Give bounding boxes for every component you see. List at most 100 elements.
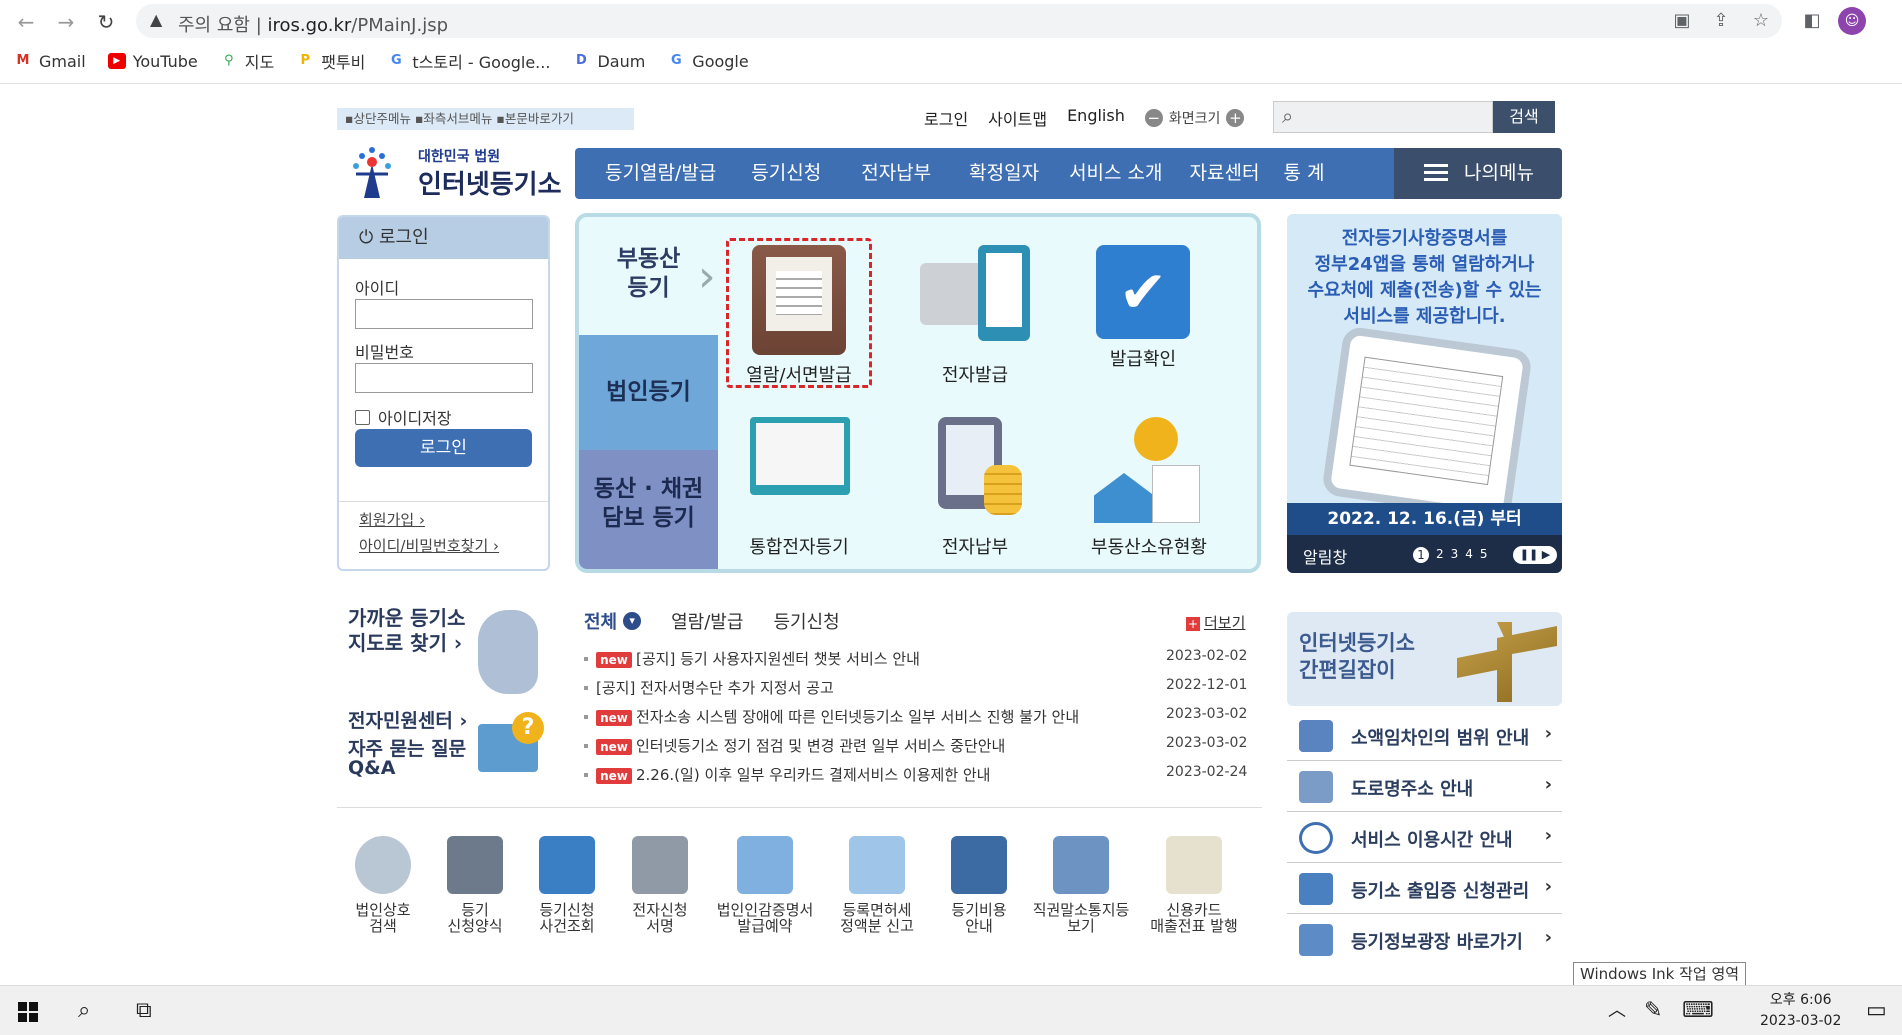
save-id-checkbox[interactable]: 아이디저장 [355, 405, 452, 429]
bookmark-youtube[interactable]: ▶ YouTube [107, 48, 198, 74]
nav-fixed-date[interactable]: 확정일자 [951, 148, 1057, 199]
bookmark-google[interactable]: G Google [667, 48, 749, 74]
tab-movable-bond[interactable]: 동산 · 채권 담보 등기 [579, 450, 718, 569]
link-registry-data-plaza[interactable]: 등기정보광장 바로가기 › [1287, 914, 1562, 965]
list-item[interactable]: new 인터넷등기소 정기 점검 및 변경 관련 일부 서비스 중단안내 2023-… [584, 733, 1247, 762]
notice-tabs: 전체 ▾ 열람/발급 등기신청 [584, 608, 840, 634]
page-2[interactable]: 2 [1436, 547, 1444, 563]
sitemap-link[interactable]: 사이트맵 [988, 106, 1047, 130]
page-4[interactable]: 4 [1465, 547, 1473, 563]
road-sign-icon [1299, 771, 1333, 803]
notification-icon[interactable]: ▭ [1866, 996, 1887, 1026]
service-e-issue[interactable]: 전자발급 [905, 245, 1045, 387]
list-item[interactable]: [공지] 전자서명수단 추가 지정서 공고 2022-12-01 [584, 675, 1247, 704]
quick-seal-reservation[interactable]: 법인인감증명서 발급예약 [710, 836, 820, 934]
chevron-right-icon: › [1544, 723, 1552, 744]
tab-view-issue[interactable]: 열람/발급 [671, 608, 743, 634]
page-1[interactable]: 1 [1413, 547, 1429, 563]
pen-icon[interactable]: ✎ [1644, 996, 1662, 1026]
bookmark-tistory[interactable]: Gt스토리 - Google... [387, 48, 550, 74]
more-link[interactable]: + 더보기 [1186, 612, 1245, 633]
service-integrated-e-registry[interactable]: 통합전자등기 [729, 417, 869, 559]
zoom-in-icon[interactable]: + [1226, 109, 1245, 127]
nav-view-issue[interactable]: 등기열람/발급 [575, 148, 731, 199]
page-3[interactable]: 3 [1451, 547, 1459, 563]
link-access-pass[interactable]: 등기소 출입증 신청관리 › [1287, 863, 1562, 914]
nav-data-center[interactable]: 자료센터 [1178, 148, 1272, 199]
address-bar[interactable]: ▲ 주의 요함 | iros.go.kr/PMainJ.jsp [136, 4, 1782, 38]
system-clock[interactable]: 오후 6:06 2023-03-02 [1760, 990, 1841, 1032]
nav-statistics[interactable]: 통 계 [1271, 148, 1339, 199]
zoom-label: 화면크기 [1168, 111, 1221, 127]
link-road-address[interactable]: 도로명주소 안내 › [1287, 761, 1562, 812]
site-logo[interactable]: 대한민국 법원 인터넷등기소 [342, 138, 562, 202]
keyboard-icon[interactable]: ⌨ [1682, 996, 1714, 1026]
join-link[interactable]: 회원가입 › [359, 509, 425, 530]
my-menu-button[interactable]: 나의메뉴 [1394, 148, 1562, 199]
windows-start-icon[interactable] [18, 1002, 38, 1022]
profile-avatar[interactable]: ☺ [1838, 7, 1866, 35]
task-view-icon[interactable]: ⧉ [136, 996, 152, 1026]
pause-play-icon[interactable]: ❚❚ ▶ [1513, 546, 1557, 564]
quick-cancellation-notice[interactable]: 직권말소통지등 보기 [1026, 836, 1136, 934]
translate-icon[interactable]: ▣ [1669, 8, 1695, 34]
zoom-out-icon[interactable]: − [1144, 109, 1163, 127]
faq-link[interactable]: 자주 묻는 질문 Q&A [348, 740, 466, 778]
google-icon: G [391, 53, 402, 68]
highlight-annotation [726, 238, 872, 388]
share-icon[interactable]: ⇪ [1708, 8, 1734, 34]
star-icon[interactable]: ☆ [1748, 8, 1774, 34]
chevron-right-icon: › [1544, 774, 1552, 795]
promo-pager: 1 2 3 4 5 [1413, 547, 1488, 563]
link-service-hours[interactable]: 서비스 이용시간 안내 › [1287, 812, 1562, 863]
find-account-link[interactable]: 아이디/비밀번호찾기 › [359, 535, 499, 556]
tab-corporate[interactable]: 법인등기 [579, 335, 718, 450]
quick-card-receipt[interactable]: 신용카드 매출전표 발행 [1136, 836, 1252, 934]
question-book-icon [951, 836, 1007, 894]
link-small-tenant[interactable]: 소액임차인의 범위 안내 › [1287, 710, 1562, 761]
promo-banner[interactable]: 전자등기사항증명서를 정부24앱을 통해 열람하거나 수요처에 제출(전송)할 … [1287, 214, 1562, 573]
e-civil-center-link[interactable]: 전자민원센터 › [348, 706, 467, 733]
english-link[interactable]: English [1067, 106, 1125, 130]
nearby-registry-link[interactable]: 가까운 등기소 지도로 찾기 › [348, 606, 465, 656]
password-input[interactable] [355, 363, 533, 393]
bookmark-daum[interactable]: D Daum [572, 48, 645, 74]
service-verify-issue[interactable]: ✔ 발급확인 [1073, 245, 1213, 371]
sidepanel-icon[interactable]: ◧ [1799, 8, 1825, 34]
document-icon [849, 836, 905, 894]
forward-icon[interactable]: → [52, 8, 80, 36]
tab-apply[interactable]: 등기신청 [773, 608, 839, 634]
tab-all[interactable]: 전체 ▾ [584, 608, 642, 634]
back-icon[interactable]: ← [12, 8, 40, 36]
list-item[interactable]: new 전자소송 시스템 장애에 따른 인터넷등기소 일부 서비스 진행 불가 안… [584, 704, 1247, 733]
bookmark-maps[interactable]: ⚲ 지도 [220, 48, 274, 74]
chevron-up-icon[interactable]: ︿ [1608, 996, 1626, 1026]
warning-icon: ▲ [150, 10, 163, 29]
search-button[interactable]: 검색 [1493, 101, 1555, 133]
list-item[interactable]: new 2.26.(일) 이후 일부 우리카드 결제서비스 이용제한 안내 2023… [584, 762, 1247, 791]
login-link[interactable]: 로그인 [924, 106, 968, 130]
search-input[interactable]: ⌕ [1273, 101, 1493, 133]
id-input[interactable] [355, 299, 533, 329]
chevron-right-icon: › [1544, 825, 1552, 846]
bookmark-pattobi[interactable]: P 팻투비 [296, 48, 365, 74]
quick-cost-guide[interactable]: 등기비용 안내 [924, 836, 1034, 934]
bookmark-gmail[interactable]: M Gmail [14, 48, 86, 74]
service-ownership-status[interactable]: 부동산소유현황 [1079, 417, 1219, 559]
reload-icon[interactable]: ↻ [92, 8, 120, 36]
zoom-control: − 화면크기 + [1144, 106, 1245, 130]
quick-e-sign[interactable]: 전자신청 서명 [605, 836, 715, 934]
login-button[interactable]: 로그인 [355, 429, 532, 467]
quick-license-tax[interactable]: 등록면허세 정액분 신고 [822, 836, 932, 934]
service-e-payment[interactable]: 전자납부 [905, 417, 1045, 559]
nav-e-payment[interactable]: 전자납부 [841, 148, 951, 199]
nav-apply[interactable]: 등기신청 [731, 148, 841, 199]
taskbar: ⌕ ⧉ ︿ ✎ ⌨ 오후 6:06 2023-03-02 ▭ [0, 985, 1902, 1035]
search-icon[interactable]: ⌕ [78, 996, 90, 1026]
page-5[interactable]: 5 [1480, 547, 1488, 563]
nav-service-intro[interactable]: 서비스 소개 [1057, 148, 1177, 199]
skip-links[interactable]: ▪상단주메뉴 ▪좌측서브메뉴 ▪본문바로가기 [337, 108, 634, 130]
easy-guide-banner[interactable]: 인터넷등기소 간편길잡이 [1287, 612, 1562, 706]
list-item[interactable]: new [공지] 등기 사용자지원센터 챗봇 서비스 안내 2023-02-02 [584, 646, 1247, 675]
logo-title: 인터넷등기소 [418, 170, 562, 200]
